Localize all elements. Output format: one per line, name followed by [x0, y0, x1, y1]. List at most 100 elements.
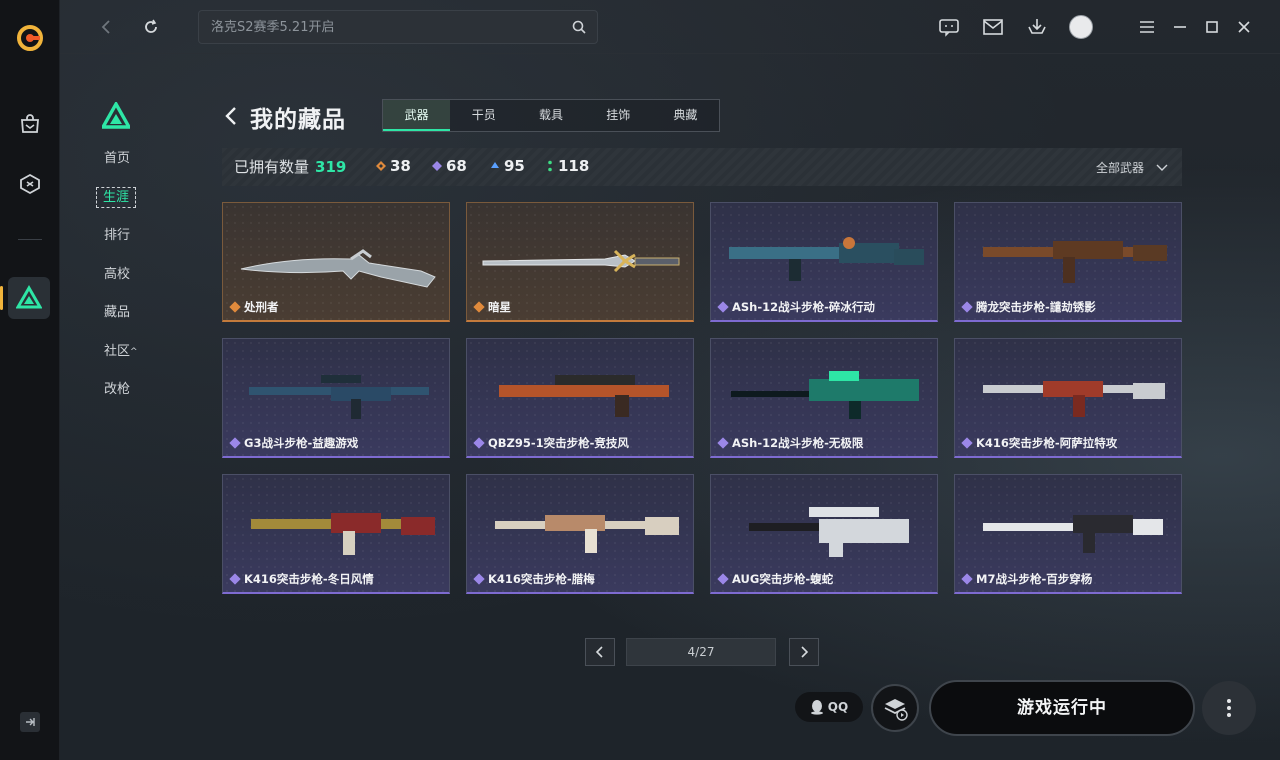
page-back-icon[interactable] [224, 104, 244, 128]
rarity-icon [961, 437, 973, 449]
maximize-icon[interactable] [1200, 15, 1224, 39]
item-name: M7战斗步枪-百步穿杨 [961, 571, 1092, 587]
qq-button[interactable]: QQ [795, 692, 863, 722]
rarity-icon [229, 573, 241, 585]
page-title: 我的藏品 [250, 107, 346, 133]
mail-icon[interactable] [981, 15, 1005, 39]
knife-icon [482, 249, 680, 273]
orange-count: 38 [376, 157, 411, 175]
game-box-icon[interactable] [16, 170, 44, 198]
refresh-icon[interactable] [140, 16, 162, 38]
item-name: G3战斗步枪-益趣游戏 [229, 435, 358, 451]
item-card[interactable]: 处刑者 [222, 202, 450, 322]
next-page-button[interactable] [789, 638, 819, 666]
item-name: 腾龙突击步枪-譴劫锈影 [961, 299, 1096, 315]
item-card[interactable]: K416突击步枪-阿萨拉特攻 [954, 338, 1182, 458]
prev-page-button[interactable] [585, 638, 615, 666]
delta-force-logo-icon [100, 100, 132, 130]
subnav-item-career[interactable]: 生涯 [96, 184, 156, 223]
secondary-nav: 首页 生涯 排行 高校 藏品 社区^ 改枪 [96, 145, 156, 415]
category-tabs: 武器 干员 载具 挂饰 典藏 [382, 99, 720, 132]
game-library-button[interactable] [871, 684, 919, 732]
search-box[interactable] [198, 10, 598, 44]
weapon-filter-dropdown[interactable]: 全部武器 [1096, 159, 1168, 176]
shop-bag-icon[interactable] [16, 110, 44, 138]
item-card[interactable]: K416突击步枪-腊梅 [466, 474, 694, 594]
item-card[interactable]: AUG突击步枪-蝮蛇 [710, 474, 938, 594]
chevron-right-icon [801, 646, 809, 658]
item-name: 暗星 [473, 299, 511, 315]
rarity-icon [473, 301, 485, 313]
tab-charms[interactable]: 挂饰 [585, 100, 652, 131]
rifle-icon [251, 513, 435, 555]
rifle-icon [249, 375, 429, 419]
subnav-item-collection[interactable]: 藏品 [96, 299, 156, 338]
item-card[interactable]: ASh-12战斗步枪-无极限 [710, 338, 938, 458]
active-indicator [0, 286, 3, 310]
green-rarity-icon [548, 160, 552, 172]
green-count: 118 [546, 157, 589, 175]
collapse-sidebar-icon[interactable] [20, 712, 40, 732]
back-arrow-icon[interactable] [96, 16, 118, 38]
avatar[interactable] [1069, 15, 1093, 39]
rifle-icon [731, 371, 919, 419]
rail-divider [18, 239, 42, 240]
chat-icon[interactable] [937, 15, 961, 39]
rarity-icon [473, 573, 485, 585]
rarity-icon [717, 301, 729, 313]
item-card[interactable]: 暗星 [466, 202, 694, 322]
delta-force-app-button[interactable] [8, 277, 50, 319]
tab-operators[interactable]: 干员 [450, 100, 517, 131]
item-card[interactable]: ASh-12战斗步枪-碎冰行动 [710, 202, 938, 322]
close-icon[interactable] [1232, 15, 1256, 39]
top-bar [60, 0, 1280, 54]
subnav-item-ranking[interactable]: 排行 [96, 222, 156, 261]
owned-count: 已拥有数量 319 [234, 158, 347, 176]
item-name: K416突击步枪-腊梅 [473, 571, 595, 587]
delta-force-icon [16, 285, 42, 309]
subnav-item-gunsmith[interactable]: 改枪 [96, 376, 156, 415]
layers-play-icon [884, 699, 908, 721]
rarity-icon [229, 437, 241, 449]
subnav-item-community[interactable]: 社区^ [96, 338, 156, 377]
tab-collection[interactable]: 典藏 [652, 100, 719, 131]
item-card[interactable]: 腾龙突击步枪-譴劫锈影 [954, 202, 1182, 322]
tab-vehicles[interactable]: 载具 [517, 100, 584, 131]
knife-icon [240, 249, 436, 288]
main-area: 首页 生涯 排行 高校 藏品 社区^ 改枪 我的藏品 武器 干员 载具 挂饰 典… [60, 0, 1280, 760]
blue-rarity-icon [491, 162, 499, 168]
more-options-icon[interactable] [1202, 681, 1256, 735]
app-logo-icon[interactable] [16, 24, 44, 52]
item-name: 处刑者 [229, 299, 279, 315]
qq-penguin-icon [810, 700, 823, 715]
rarity-icon [229, 301, 241, 313]
item-name: K416突击步枪-冬日风情 [229, 571, 374, 587]
purple-count: 68 [432, 157, 467, 175]
item-card[interactable]: M7战斗步枪-百步穿杨 [954, 474, 1182, 594]
game-running-button[interactable]: 游戏运行中 [929, 680, 1195, 736]
menu-icon[interactable] [1135, 15, 1159, 39]
chevron-up-icon: ^ [130, 346, 138, 357]
tab-weapons[interactable]: 武器 [383, 100, 451, 131]
item-card[interactable]: K416突击步枪-冬日风情 [222, 474, 450, 594]
rarity-icon [717, 437, 729, 449]
subnav-item-home[interactable]: 首页 [96, 145, 156, 184]
minimize-icon[interactable] [1168, 15, 1192, 39]
rifle-icon [983, 381, 1165, 417]
download-icon[interactable] [1025, 15, 1049, 39]
item-name: QBZ95-1突击步枪-竞技风 [473, 435, 629, 451]
chevron-left-icon [595, 646, 603, 658]
search-input[interactable] [199, 11, 559, 43]
purple-rarity-icon [432, 161, 442, 171]
search-icon[interactable] [571, 19, 587, 39]
item-card[interactable]: G3战斗步枪-益趣游戏 [222, 338, 450, 458]
left-rail [0, 0, 60, 760]
rarity-icon [961, 301, 973, 313]
rifle-icon [983, 241, 1167, 283]
item-card[interactable]: QBZ95-1突击步枪-竞技风 [466, 338, 694, 458]
rarity-icon [473, 437, 485, 449]
subnav-item-college[interactable]: 高校 [96, 261, 156, 300]
orange-rarity-icon [376, 161, 386, 171]
rifle-icon [499, 375, 669, 417]
stats-bar: 已拥有数量 319 38 68 95 118 全部武器 [222, 148, 1182, 186]
